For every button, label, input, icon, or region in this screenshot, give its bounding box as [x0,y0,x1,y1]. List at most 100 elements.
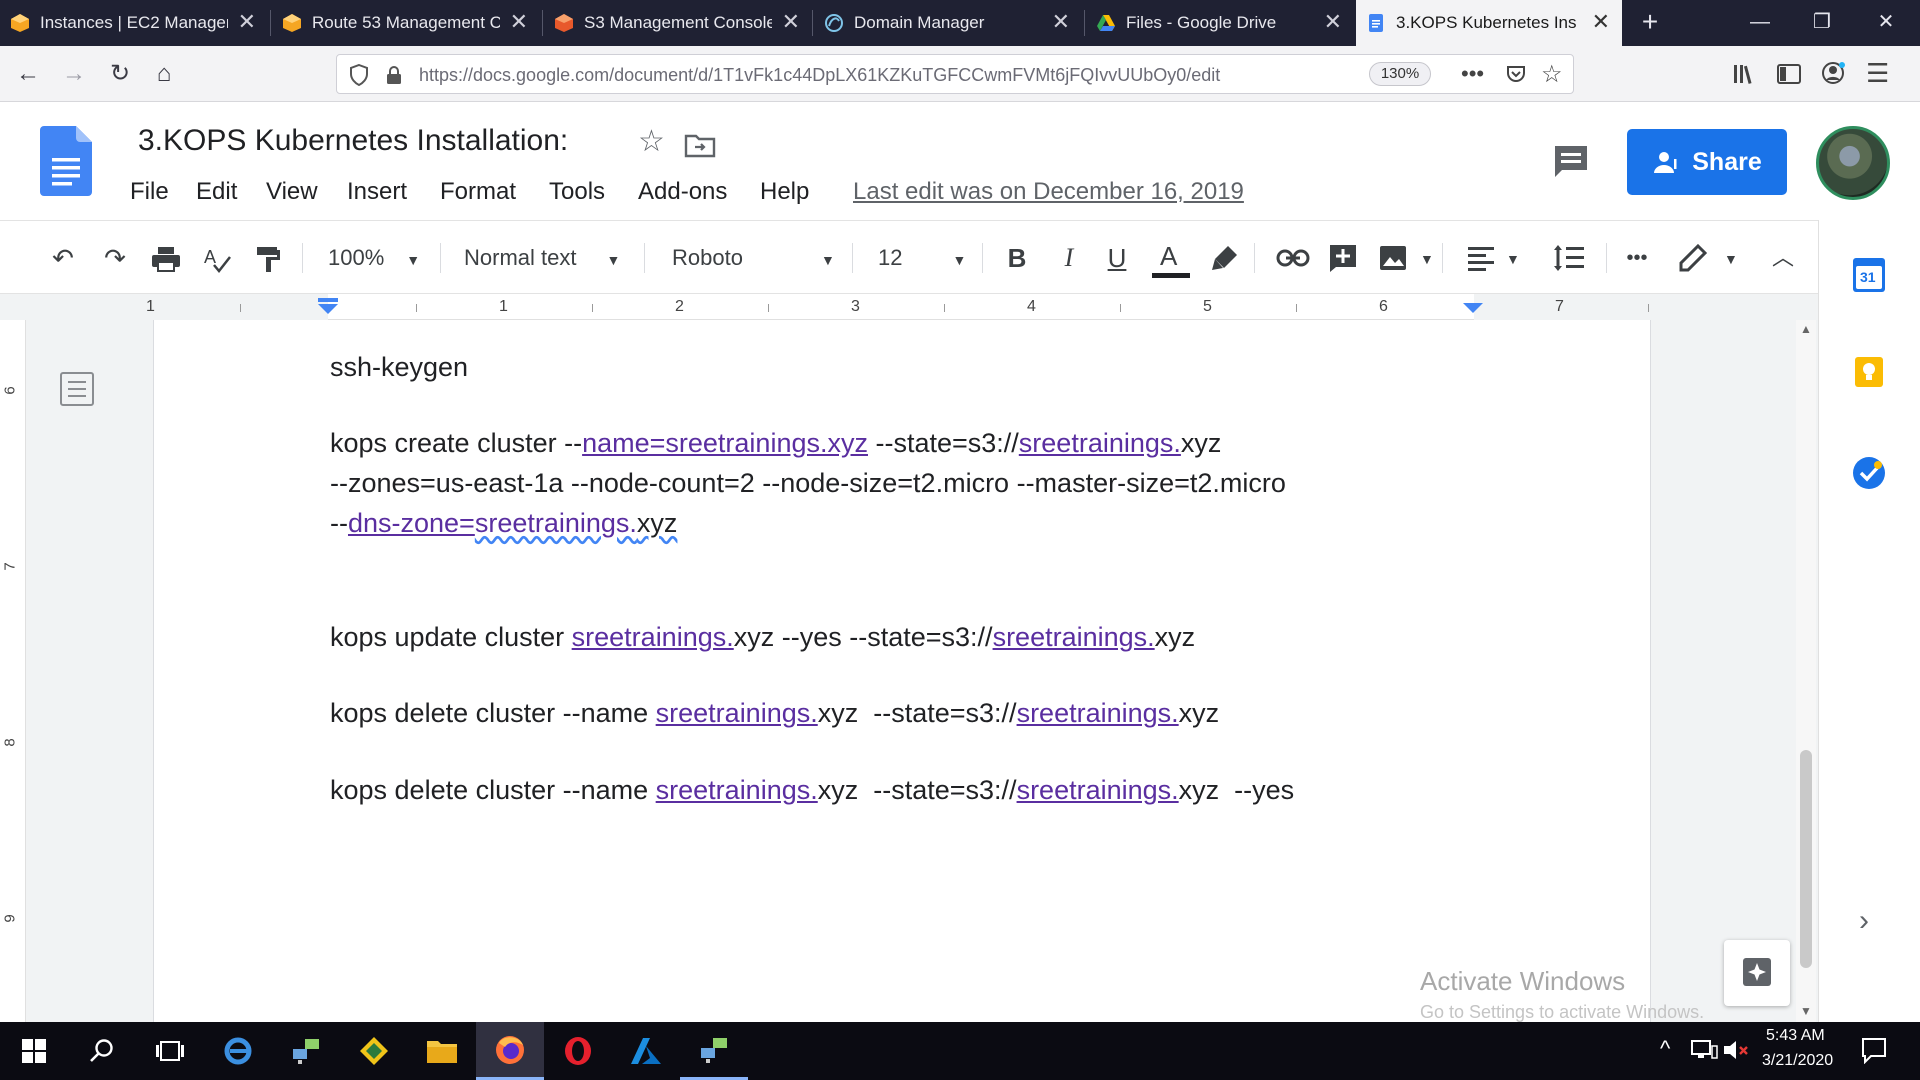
taskbar-firefox[interactable] [476,1022,544,1080]
reload-icon[interactable]: ↻ [104,58,136,90]
doc-line-kops-delete-yes[interactable]: kops delete cluster --name sreetrainings… [330,775,1294,806]
notification-center-icon[interactable] [1860,1036,1888,1064]
document-outline-icon[interactable] [60,372,94,406]
dns-zone-link[interactable]: dns-zone= [348,508,475,538]
taskbar-azure[interactable] [612,1022,680,1080]
menu-file[interactable]: File [130,178,169,206]
tab-domain-manager[interactable]: Domain Manager ✕ [814,0,1082,46]
task-view[interactable] [136,1022,204,1080]
insert-link-icon[interactable] [1276,249,1310,267]
doc-line-kops-delete[interactable]: kops delete cluster --name sreetrainings… [330,698,1219,729]
account-icon[interactable] [1820,60,1846,86]
tray-chevron-up-icon[interactable]: ^ [1660,1036,1670,1062]
url-bar[interactable]: https://docs.google.com/document/d/1T1vF… [336,54,1574,94]
document-title[interactable]: 3.KOPS Kubernetes Installation: [138,124,568,158]
scroll-up-icon[interactable]: ▲ [1800,322,1812,336]
minimize-icon[interactable]: — [1730,0,1790,46]
insert-comment-icon[interactable] [1328,243,1358,273]
home-icon[interactable]: ⌂ [148,58,180,90]
menu-tools[interactable]: Tools [549,178,605,206]
italic-icon[interactable]: I [1052,241,1086,275]
domain-link[interactable]: sreetrainings. [1019,428,1181,458]
domain-link[interactable]: sreetrainings. [656,698,818,728]
doc-line-kops-create-dns[interactable]: --dns-zone=sreetrainings.xyz [330,508,677,539]
tab-google-drive[interactable]: Files - Google Drive ✕ [1086,0,1354,46]
close-tab-icon[interactable]: ✕ [1052,10,1070,34]
close-window-icon[interactable]: ✕ [1856,0,1916,46]
library-icon[interactable] [1732,62,1758,86]
name-link[interactable]: name=sreetrainings.xyz [582,428,868,458]
left-indent-marker-icon[interactable] [316,298,340,316]
sidebar-toggle-icon[interactable] [1776,62,1802,86]
highlight-color-icon[interactable] [1210,243,1240,273]
vertical-scrollbar[interactable]: ▲ ▼ [1796,320,1816,1022]
domain-link[interactable]: sreetrainings. [656,775,818,805]
scroll-down-icon[interactable]: ▼ [1800,1004,1812,1018]
restore-icon[interactable]: ❐ [1792,0,1852,46]
taskbar-time[interactable]: 5:43 AM [1766,1027,1825,1045]
document-page[interactable]: ssh-keygen kops create cluster --name=sr… [154,320,1650,1022]
close-tab-icon[interactable]: ✕ [1592,10,1610,34]
domain-link[interactable]: sreetrainings. [1017,775,1179,805]
more-options-icon[interactable]: ••• [1620,241,1654,275]
chevron-down-icon[interactable]: ▼ [1420,251,1434,267]
insert-image-icon[interactable] [1378,243,1408,273]
taskbar-git[interactable] [340,1022,408,1080]
tab-route53[interactable]: Route 53 Management C ✕ [272,0,540,46]
star-icon[interactable]: ☆ [638,124,665,159]
avatar[interactable] [1816,126,1890,200]
zoom-select[interactable]: 100% ▼ [328,241,420,275]
close-tab-icon[interactable]: ✕ [782,10,800,34]
taskbar-edge[interactable] [204,1022,272,1080]
new-tab-icon[interactable]: + [1620,0,1680,46]
menu-help[interactable]: Help [760,178,809,206]
taskbar-network-app[interactable] [272,1022,340,1080]
forward-icon[interactable]: → [58,58,90,90]
last-edit-link[interactable]: Last edit was on December 16, 2019 [853,178,1244,206]
scrollbar-thumb[interactable] [1800,750,1812,968]
explore-button[interactable] [1724,940,1790,1006]
taskbar-date[interactable]: 3/21/2020 [1762,1052,1833,1070]
line-spacing-icon[interactable] [1552,243,1586,273]
page-actions-icon[interactable]: ••• [1461,61,1484,87]
network-icon[interactable] [1690,1038,1718,1062]
tasks-icon[interactable] [1852,456,1886,490]
undo-icon[interactable]: ↶ [46,241,80,275]
bold-icon[interactable]: B [1000,241,1034,275]
tab-kops-doc[interactable]: 3.KOPS Kubernetes Instal ✕ [1356,0,1622,46]
close-tab-icon[interactable]: ✕ [510,10,528,34]
domain-link[interactable]: sreetrainings. [1017,698,1179,728]
close-tab-icon[interactable]: ✕ [238,10,256,34]
menu-edit[interactable]: Edit [196,178,237,206]
print-icon[interactable] [150,245,182,273]
taskbar-network-app-2[interactable] [680,1022,748,1080]
volume-muted-icon[interactable] [1722,1038,1750,1062]
doc-line-kops-create[interactable]: kops create cluster --name=sreetrainings… [330,428,1221,459]
back-icon[interactable]: ← [12,58,44,90]
paint-format-icon[interactable] [254,245,282,273]
align-left-icon[interactable] [1466,245,1496,271]
doc-line-kops-create-zones[interactable]: --zones=us-east-1a --node-count=2 --node… [330,468,1286,499]
url-text[interactable]: https://docs.google.com/document/d/1T1vF… [419,65,1220,86]
keep-icon[interactable] [1853,356,1885,388]
paragraph-style-select[interactable]: Normal text ▼ [464,241,620,275]
spellcheck-icon[interactable]: A [202,245,232,273]
zoom-level-badge[interactable]: 130% [1369,62,1431,86]
shield-icon[interactable] [349,64,369,86]
domain-link[interactable]: sreetrainings. [572,622,734,652]
text-color-icon[interactable]: A [1150,241,1190,281]
taskbar-search[interactable] [68,1022,136,1080]
menu-format[interactable]: Format [440,178,516,206]
start-button[interactable] [0,1022,68,1080]
expand-panel-chevron-icon[interactable]: › [1859,904,1869,938]
comment-history-icon[interactable] [1552,144,1590,180]
move-to-folder-icon[interactable] [684,132,716,158]
pocket-icon[interactable] [1505,63,1527,85]
close-tab-icon[interactable]: ✕ [1324,10,1342,34]
menu-insert[interactable]: Insert [347,178,407,206]
doc-line-kops-update[interactable]: kops update cluster sreetrainings.xyz --… [330,622,1195,653]
menu-view[interactable]: View [266,178,318,206]
font-size-select[interactable]: 12 ▼ [878,241,966,275]
chevron-down-icon[interactable]: ▼ [1506,251,1520,267]
underline-icon[interactable]: U [1100,241,1134,275]
